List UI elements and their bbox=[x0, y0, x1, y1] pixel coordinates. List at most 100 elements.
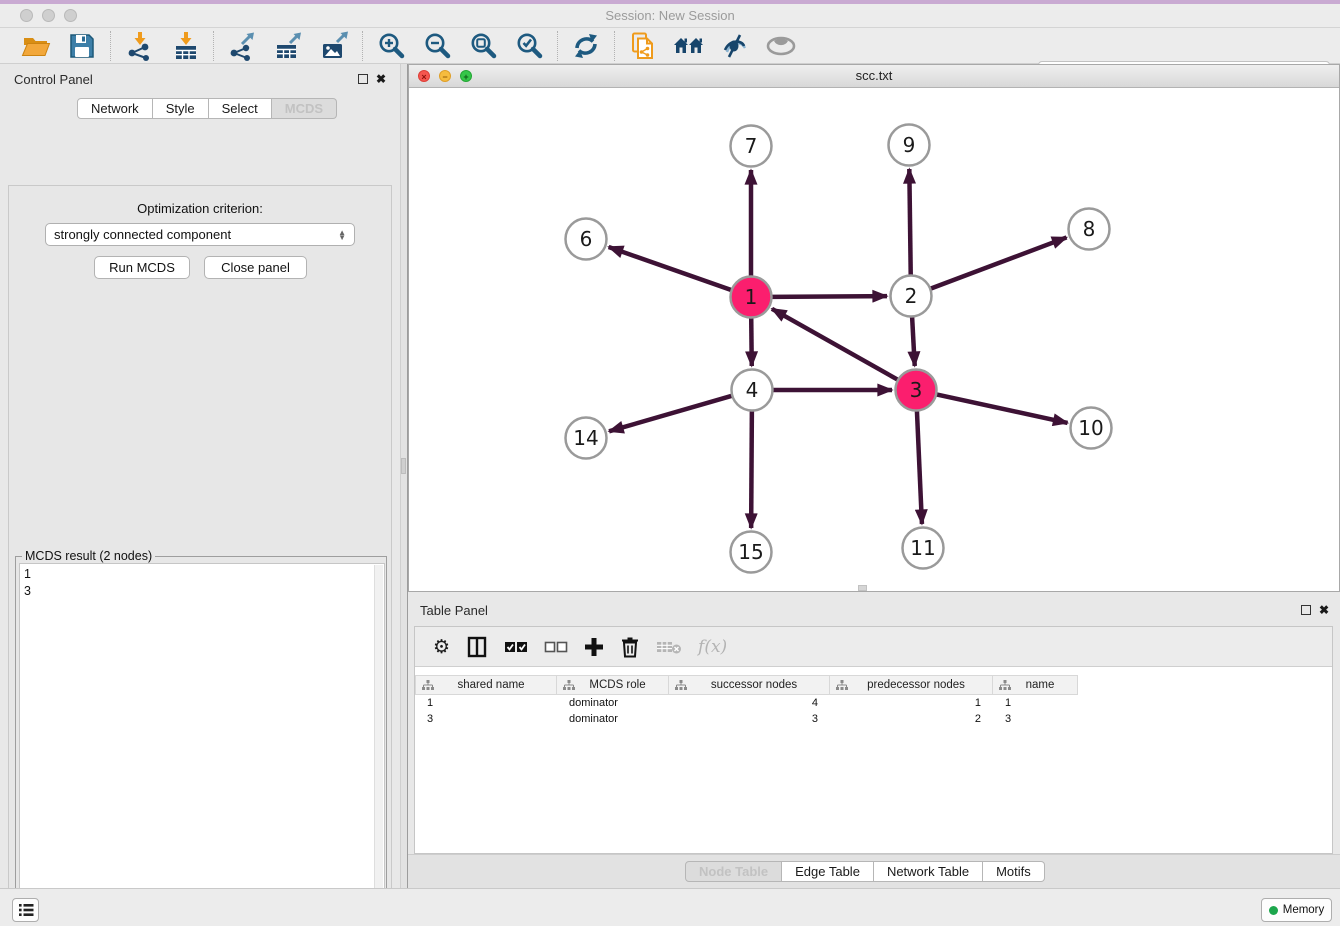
open-session-icon[interactable] bbox=[20, 31, 52, 61]
task-history-button[interactable] bbox=[12, 898, 39, 922]
tab-network-table[interactable]: Network Table bbox=[874, 861, 983, 882]
node-11[interactable]: 11 bbox=[903, 528, 944, 569]
network-maximize-icon[interactable]: + bbox=[460, 70, 472, 82]
node-7[interactable]: 7 bbox=[731, 126, 772, 167]
edge-3-10[interactable] bbox=[937, 394, 1068, 422]
cell-predecessor-nodes[interactable]: 1 bbox=[830, 695, 993, 711]
cell-MCDS-role[interactable]: dominator bbox=[557, 711, 669, 727]
edge-1-2[interactable] bbox=[772, 296, 887, 297]
close-panel-button[interactable]: Close panel bbox=[204, 256, 307, 279]
import-table-icon[interactable] bbox=[169, 31, 201, 61]
zoom-fit-icon[interactable] bbox=[467, 31, 499, 61]
edge-1-6[interactable] bbox=[609, 247, 732, 290]
divider-grip[interactable] bbox=[401, 458, 406, 474]
node-4[interactable]: 4 bbox=[732, 370, 773, 411]
network-window-titlebar[interactable]: × − + scc.txt bbox=[409, 65, 1339, 88]
node-8[interactable]: 8 bbox=[1069, 209, 1110, 250]
node-6[interactable]: 6 bbox=[566, 219, 607, 260]
column-type-icon bbox=[563, 680, 575, 691]
export-image-icon[interactable] bbox=[318, 31, 350, 61]
cell-predecessor-nodes[interactable]: 2 bbox=[830, 711, 993, 727]
node-3[interactable]: 3 bbox=[896, 370, 937, 411]
table-row[interactable]: 1dominator411 bbox=[415, 695, 1332, 711]
edge-2-9[interactable] bbox=[909, 169, 910, 275]
edge-2-8[interactable] bbox=[931, 237, 1067, 288]
clone-network-icon[interactable] bbox=[627, 31, 659, 61]
mcds-result-title: MCDS result (2 nodes) bbox=[22, 549, 155, 563]
run-mcds-button[interactable]: Run MCDS bbox=[94, 256, 190, 279]
close-window-icon[interactable] bbox=[20, 9, 33, 22]
memory-button[interactable]: Memory bbox=[1261, 898, 1332, 922]
result-scrollbar[interactable] bbox=[374, 565, 383, 926]
node-10[interactable]: 10 bbox=[1071, 408, 1112, 449]
edge-1-4[interactable] bbox=[751, 318, 752, 366]
close-panel-icon[interactable]: ✖ bbox=[376, 72, 386, 86]
tab-mcds[interactable]: MCDS bbox=[272, 98, 337, 119]
cell-name[interactable]: 1 bbox=[993, 695, 1078, 711]
edge-2-3[interactable] bbox=[912, 317, 915, 366]
cell-name[interactable]: 3 bbox=[993, 711, 1078, 727]
apply-preferred-layout-icon[interactable] bbox=[570, 31, 602, 61]
column-header-predecessor-nodes[interactable]: predecessor nodes bbox=[830, 675, 993, 695]
edge-3-11[interactable] bbox=[917, 411, 922, 524]
tab-motifs[interactable]: Motifs bbox=[983, 861, 1045, 882]
tab-node-table[interactable]: Node Table bbox=[685, 861, 782, 882]
maximize-window-icon[interactable] bbox=[64, 9, 77, 22]
export-table-icon[interactable] bbox=[272, 31, 304, 61]
network-canvas[interactable]: 7 9 6 8 1 2 4 3 14 10 15 11 bbox=[409, 88, 1339, 591]
edge-4-14[interactable] bbox=[609, 396, 732, 432]
tab-style[interactable]: Style bbox=[153, 98, 209, 119]
network-close-icon[interactable]: × bbox=[418, 70, 430, 82]
add-row-icon[interactable] bbox=[584, 634, 604, 660]
node-9[interactable]: 9 bbox=[889, 125, 930, 166]
tab-select[interactable]: Select bbox=[209, 98, 272, 119]
table-row[interactable]: 3dominator323 bbox=[415, 711, 1332, 727]
column-visibility-icon[interactable] bbox=[466, 634, 488, 660]
column-header-shared-name[interactable]: shared name bbox=[415, 675, 557, 695]
titlebar[interactable]: Session: New Session bbox=[0, 4, 1340, 28]
network-resize-grip[interactable] bbox=[858, 585, 867, 591]
edge-3-1[interactable] bbox=[772, 309, 898, 380]
panel-divider[interactable] bbox=[400, 64, 408, 888]
node-label-10: 10 bbox=[1078, 416, 1103, 440]
node-2[interactable]: 2 bbox=[891, 276, 932, 317]
network-minimize-icon[interactable]: − bbox=[439, 70, 451, 82]
node-1[interactable]: 1 bbox=[731, 277, 772, 318]
show-hidden-icon[interactable] bbox=[765, 31, 797, 61]
column-header-successor-nodes[interactable]: successor nodes bbox=[669, 675, 830, 695]
criterion-select[interactable]: strongly connected component ▲▼ bbox=[45, 223, 355, 246]
zoom-in-icon[interactable] bbox=[375, 31, 407, 61]
node-14[interactable]: 14 bbox=[566, 418, 607, 459]
export-network-icon[interactable] bbox=[226, 31, 258, 61]
zoom-out-icon[interactable] bbox=[421, 31, 453, 61]
minimize-window-icon[interactable] bbox=[42, 9, 55, 22]
delete-row-icon[interactable] bbox=[620, 634, 640, 660]
table-tabbar: Node TableEdge TableNetwork TableMotifs bbox=[685, 861, 1045, 882]
tab-network[interactable]: Network bbox=[77, 98, 153, 119]
edge-4-15[interactable] bbox=[751, 411, 752, 528]
float-panel-icon[interactable] bbox=[358, 74, 368, 84]
column-header-name[interactable]: name bbox=[993, 675, 1078, 695]
cell-MCDS-role[interactable]: dominator bbox=[557, 695, 669, 711]
column-type-icon bbox=[999, 680, 1011, 691]
show-all-nodes-edges-icon[interactable] bbox=[673, 31, 705, 61]
network-window-title: scc.txt bbox=[409, 65, 1339, 87]
import-network-icon[interactable] bbox=[123, 31, 155, 61]
zoom-selected-icon[interactable] bbox=[513, 31, 545, 61]
cell-successor-nodes[interactable]: 3 bbox=[669, 711, 830, 727]
column-header-MCDS-role[interactable]: MCDS role bbox=[557, 675, 669, 695]
cell-successor-nodes[interactable]: 4 bbox=[669, 695, 830, 711]
deselect-all-icon[interactable] bbox=[544, 634, 568, 660]
cell-shared-name[interactable]: 1 bbox=[415, 695, 557, 711]
table-float-icon[interactable] bbox=[1301, 605, 1311, 615]
application-window: Session: New Session bbox=[0, 0, 1340, 926]
cell-shared-name[interactable]: 3 bbox=[415, 711, 557, 727]
mcds-result-text[interactable]: 1 3 bbox=[19, 563, 385, 926]
table-settings-icon[interactable]: ⚙ bbox=[433, 634, 450, 660]
node-15[interactable]: 15 bbox=[731, 532, 772, 573]
select-all-icon[interactable] bbox=[504, 634, 528, 660]
save-session-icon[interactable] bbox=[66, 31, 98, 61]
tab-edge-table[interactable]: Edge Table bbox=[782, 861, 874, 882]
hide-selected-icon[interactable] bbox=[719, 31, 751, 61]
table-close-icon[interactable]: ✖ bbox=[1319, 603, 1329, 617]
